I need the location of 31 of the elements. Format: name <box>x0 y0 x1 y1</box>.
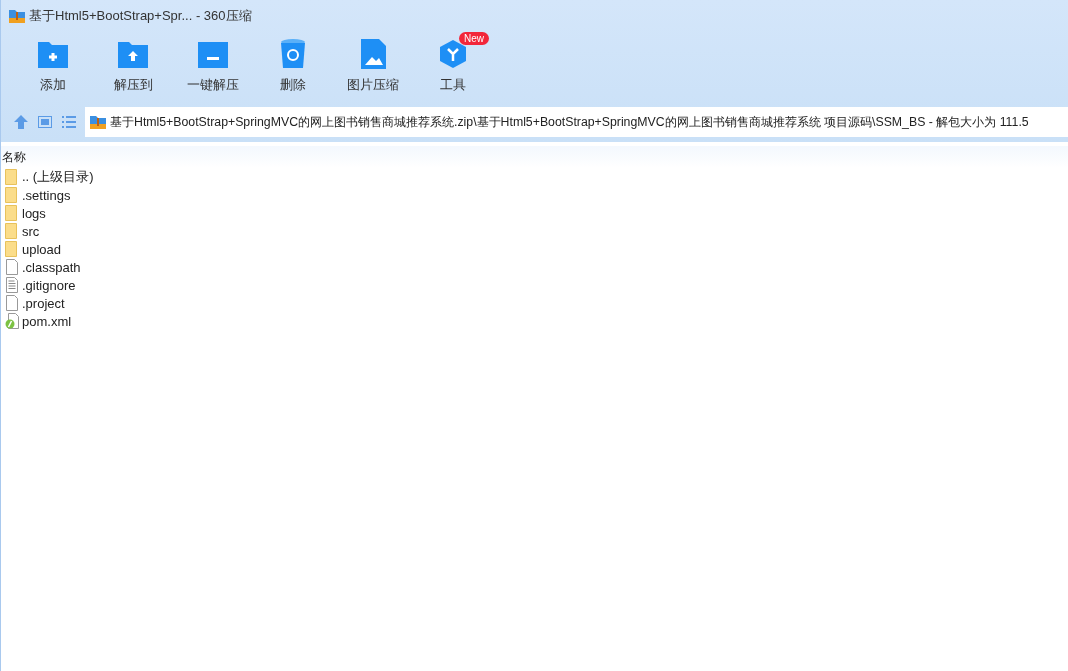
archive-icon <box>90 114 106 130</box>
file-name[interactable]: .classpath <box>22 259 81 275</box>
toolbar-button[interactable]: 一键解压 <box>173 38 253 102</box>
up-arrow-icon[interactable] <box>13 114 29 130</box>
file-name[interactable]: .settings <box>22 187 71 203</box>
file-name[interactable]: pom.xml <box>22 313 72 329</box>
file-name[interactable]: .gitignore <box>22 277 76 293</box>
toolbar-button[interactable]: 图片压缩 <box>333 38 413 102</box>
file-name[interactable]: upload <box>22 241 62 257</box>
folder-icon <box>5 169 19 185</box>
file-icon <box>5 295 19 311</box>
file-name[interactable]: logs <box>22 205 46 221</box>
address-field[interactable]: 基于Html5+BootStrap+SpringMVC的网上图书销售商城推荐系统.zip\基于Html5+BootStrap+SpringMVC的网上图书销售商城推荐系统 项目源码\SSM_BS - 解包大小为 111.5 <box>85 107 1068 137</box>
xml-file-icon <box>5 313 19 329</box>
file-name[interactable]: .project <box>22 295 65 311</box>
folder-icon <box>5 223 19 239</box>
toolbar-button[interactable]: 删除 <box>253 38 333 102</box>
file-name[interactable]: src <box>22 223 40 239</box>
new-badge: New <box>459 32 489 45</box>
list-view-icon[interactable] <box>61 114 77 130</box>
toolbar-button[interactable]: 解压到 <box>93 38 173 102</box>
toolbar-button[interactable]: 添加 <box>13 38 93 102</box>
file-name[interactable]: .. (上级目录) <box>22 168 94 186</box>
folder-icon <box>5 187 19 203</box>
text-file-icon <box>5 277 19 293</box>
folder-icon <box>5 241 19 257</box>
window-title: 基于Html5+BootStrap+Spr... - 360压缩 <box>29 7 252 25</box>
folder-icon <box>5 205 19 221</box>
archive-icon <box>9 8 25 24</box>
thumbnail-view-icon[interactable] <box>37 114 53 130</box>
file-icon <box>5 259 19 275</box>
